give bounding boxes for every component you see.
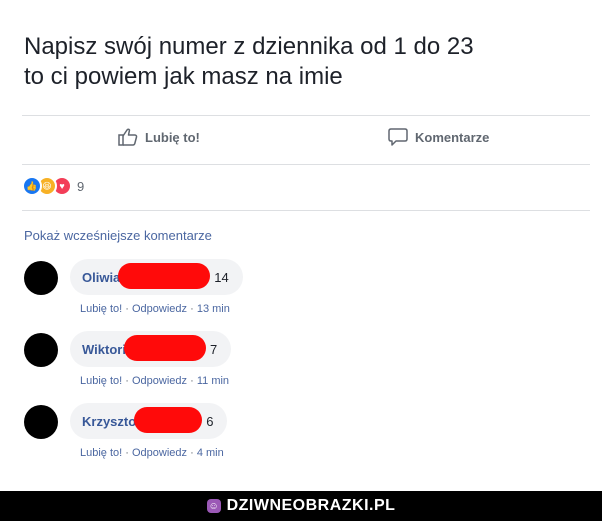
comment-meta: Lubię to! · Odpowiedz · 4 min — [80, 447, 224, 459]
comment-button[interactable]: Komentarze — [388, 128, 489, 146]
divider — [22, 164, 590, 165]
post-text-line-2: to ci powiem jak masz na imie — [24, 63, 343, 90]
show-previous-comments-link[interactable]: Pokaż wcześniejsze komentarze — [24, 228, 212, 243]
meta-separator: · — [190, 375, 194, 387]
post-text-line-1: Napisz swój numer z dziennika od 1 do 23 — [24, 33, 474, 60]
watermark-bar: ☺ DZIWNEOBRAZKI.PL — [0, 491, 602, 521]
like-reaction-icon: 👍 — [22, 176, 42, 196]
reactions-summary[interactable]: 👍 😆 ♥ 9 — [22, 176, 84, 196]
avatar[interactable] — [24, 261, 58, 295]
comment-meta: Lubię to! · Odpowiedz · 13 min — [80, 303, 230, 315]
comment-author[interactable]: Oliwia — [82, 270, 120, 285]
like-button[interactable]: Lubię to! — [118, 128, 200, 146]
comment-reply-link[interactable]: Odpowiedz — [132, 447, 187, 459]
comment-reply-link[interactable]: Odpowiedz — [132, 303, 187, 315]
post-actions: Lubię to! Komentarze — [22, 128, 590, 152]
like-button-label: Lubię to! — [145, 129, 200, 145]
comment-button-label: Komentarze — [415, 129, 490, 145]
comment-author[interactable]: Krzyszto — [82, 414, 136, 429]
comment: Krzyszto 6 Lubię to! · Odpowiedz · 4 min — [24, 403, 584, 463]
redaction-mark — [118, 263, 211, 289]
comment-timestamp[interactable]: 13 min — [197, 303, 230, 315]
comment-bubble: Wiktori 7 — [70, 331, 232, 367]
comment-text: 14 — [214, 269, 229, 285]
comment-text: 6 — [206, 413, 214, 429]
meta-separator: · — [125, 375, 129, 387]
redaction-mark — [123, 335, 206, 361]
comment-author[interactable]: Wiktori — [82, 342, 126, 357]
reaction-count: 9 — [77, 178, 85, 194]
meta-separator: · — [190, 447, 194, 459]
thumbs-up-icon — [118, 128, 138, 146]
comment-bubble: Krzyszto 6 — [70, 403, 228, 439]
divider — [22, 210, 590, 211]
redaction-mark — [134, 407, 203, 433]
meta-separator: · — [125, 447, 129, 459]
meta-separator: · — [190, 303, 194, 315]
speech-bubble-icon — [388, 128, 408, 146]
avatar[interactable] — [24, 333, 58, 367]
site-logo-icon: ☺ — [206, 499, 221, 513]
comment-timestamp[interactable]: 4 min — [197, 447, 224, 459]
comment-like-link[interactable]: Lubię to! — [80, 375, 122, 387]
site-brand: DZIWNEOBRAZKI.PL — [226, 497, 396, 514]
divider — [22, 115, 590, 116]
post-text: Napisz swój numer z dziennika od 1 do 23… — [24, 32, 584, 92]
comment: Oliwia 14 Lubię to! · Odpowiedz · 13 min — [24, 259, 584, 319]
comment-like-link[interactable]: Lubię to! — [80, 303, 122, 315]
comment-timestamp[interactable]: 11 min — [197, 375, 229, 387]
avatar[interactable] — [24, 405, 58, 439]
comment-reply-link[interactable]: Odpowiedz — [132, 375, 187, 387]
comment: Wiktori 7 Lubię to! · Odpowiedz · 11 min — [24, 331, 584, 391]
comment-bubble: Oliwia 14 — [70, 259, 243, 295]
comment-like-link[interactable]: Lubię to! — [80, 447, 122, 459]
comment-meta: Lubię to! · Odpowiedz · 11 min — [80, 375, 229, 387]
meta-separator: · — [125, 303, 129, 315]
comment-text: 7 — [209, 341, 218, 357]
